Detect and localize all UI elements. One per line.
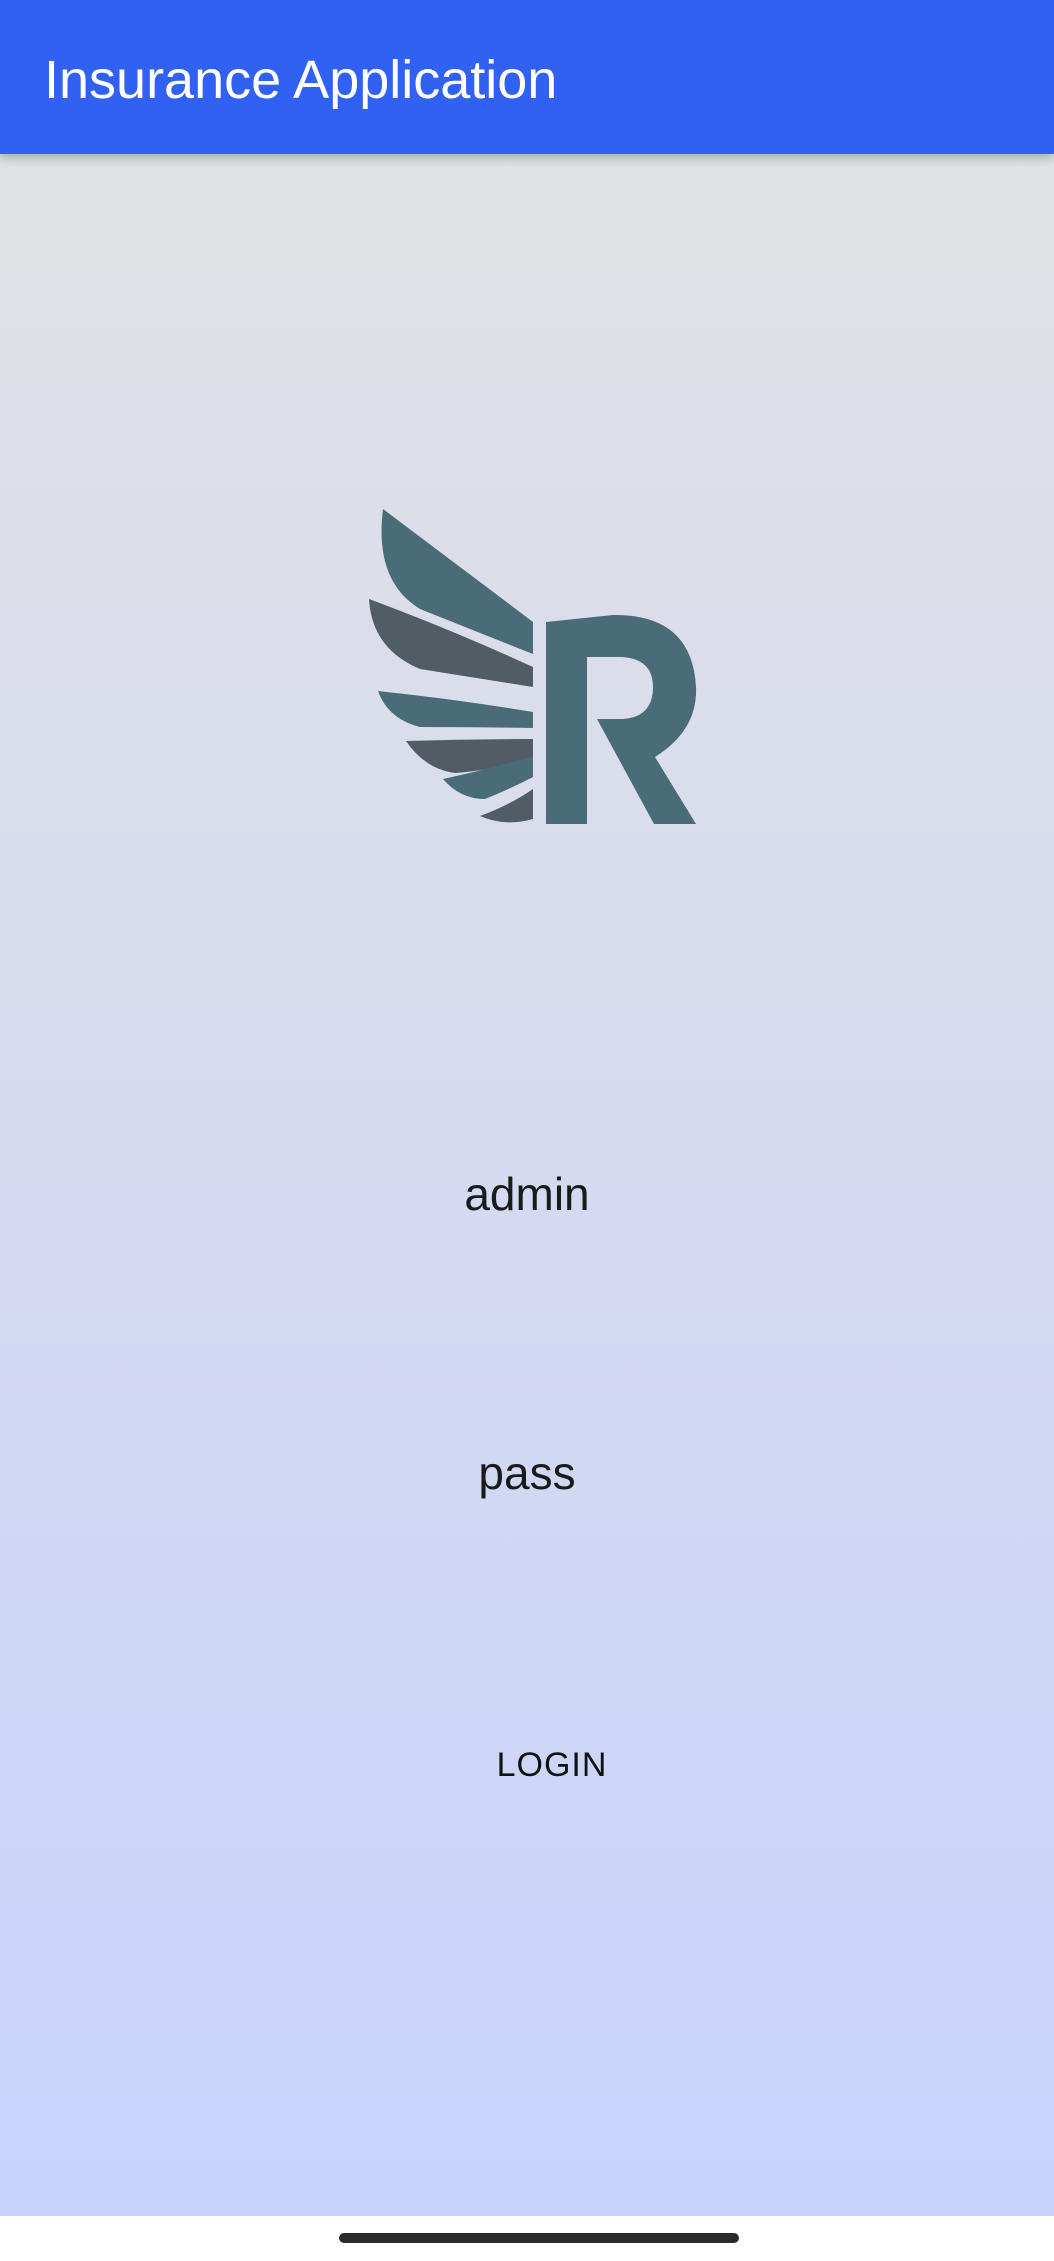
- login-screen: LOGIN: [0, 154, 1054, 2216]
- login-button[interactable]: LOGIN: [447, 1725, 657, 1805]
- wing-feather-3: [378, 691, 533, 728]
- letter-r: [546, 614, 697, 824]
- home-indicator-bar[interactable]: [339, 2233, 739, 2243]
- app-bar: Insurance Application: [0, 0, 1054, 154]
- password-field[interactable]: [0, 1443, 1054, 1503]
- app-title: Insurance Application: [44, 50, 558, 110]
- winged-r-logo-icon: [369, 509, 697, 824]
- system-nav-bar: [0, 2216, 1054, 2261]
- username-field[interactable]: [0, 1164, 1054, 1224]
